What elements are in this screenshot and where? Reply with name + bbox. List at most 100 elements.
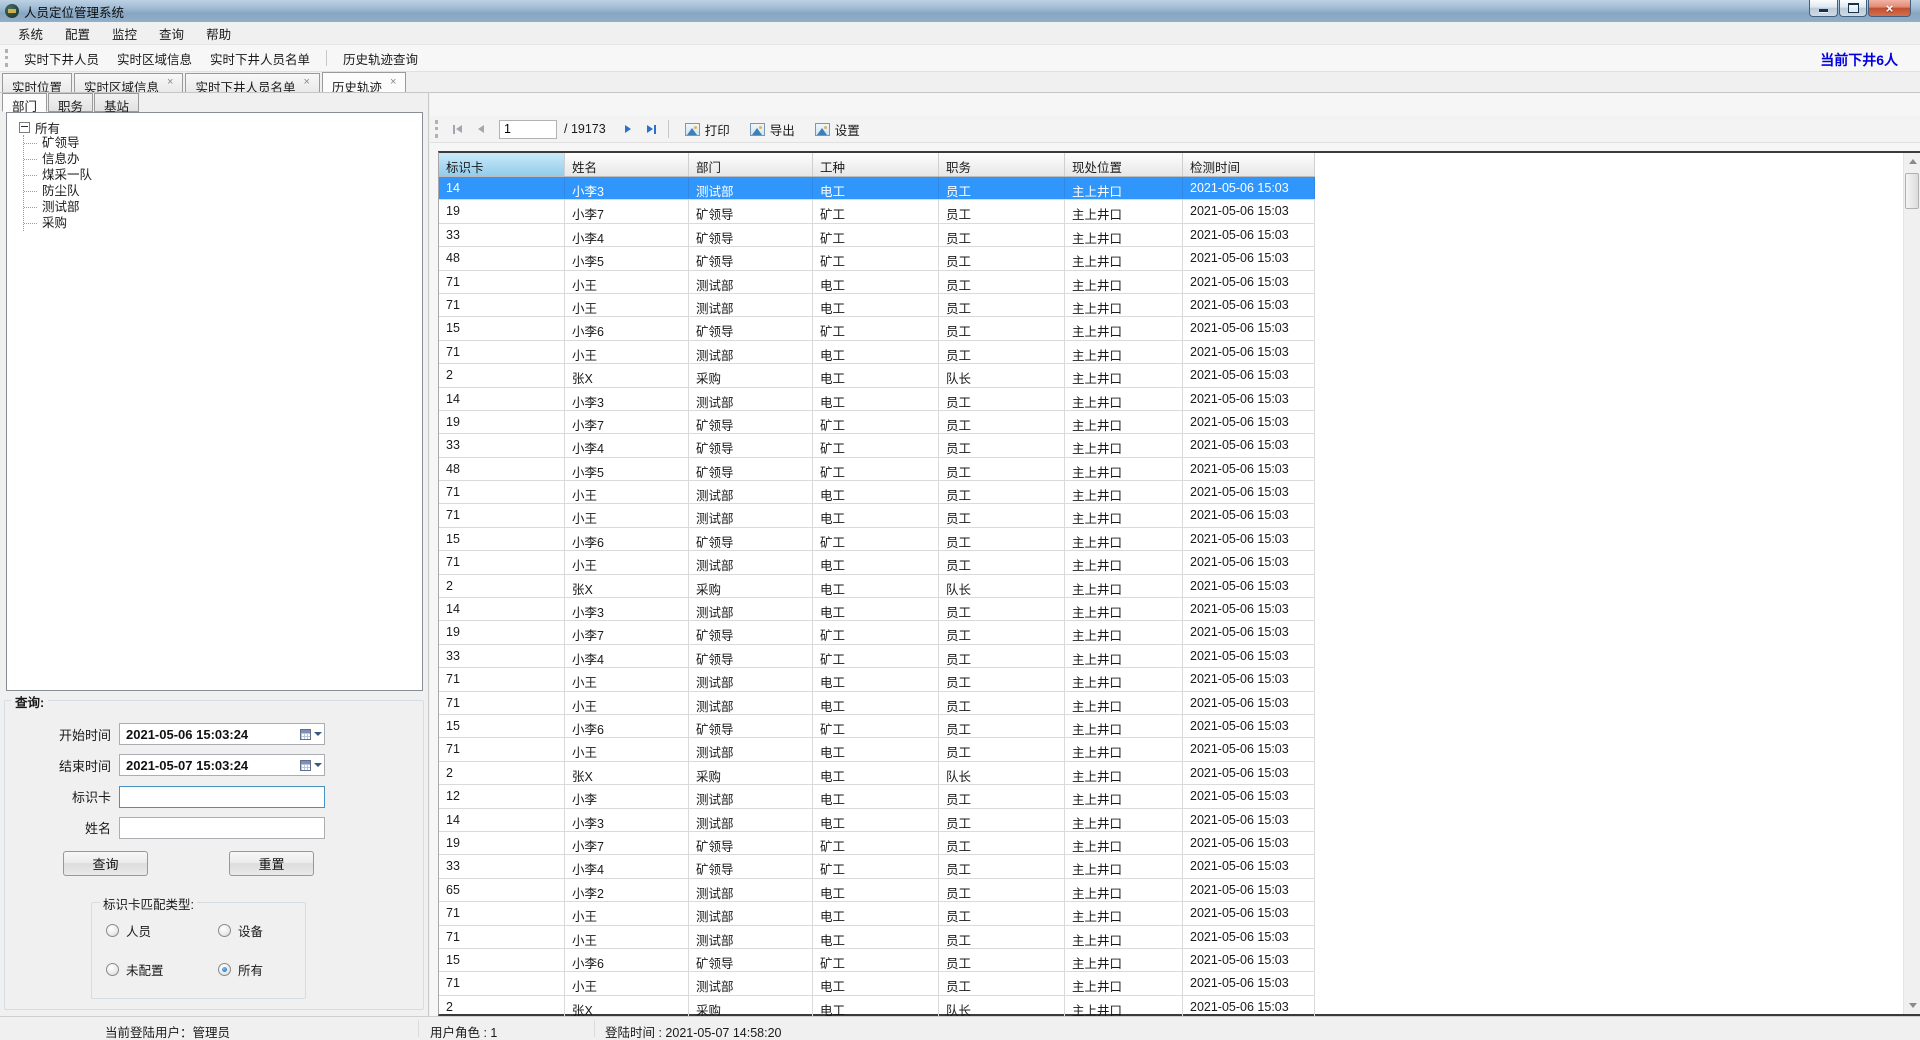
calendar-dropdown-icon[interactable] [296,726,322,742]
table-row[interactable]: 15小李6矿领导矿工员工主上井口2021-05-06 15:03 [439,528,1315,551]
menu-item[interactable]: 配置 [54,21,101,46]
pager-button[interactable]: 打印 [678,117,737,142]
tree-item-root[interactable]: 所有 [19,119,418,135]
pager-button[interactable]: 设置 [808,117,867,142]
table-row[interactable]: 71小王测试部电工员工主上井口2021-05-06 15:03 [439,481,1315,504]
scrollbar-thumb[interactable] [1905,173,1919,209]
datetime-input[interactable] [119,723,325,745]
table-row[interactable]: 19小李7矿领导矿工员工主上井口2021-05-06 15:03 [439,621,1315,644]
tab[interactable]: 实时区域信息× [74,73,183,92]
pager-toolbar-grip[interactable] [435,120,438,138]
table-row[interactable]: 71小王测试部电工员工主上井口2021-05-06 15:03 [439,738,1315,761]
table-row[interactable]: 19小李7矿领导矿工员工主上井口2021-05-06 15:03 [439,411,1315,434]
table-row[interactable]: 2张X采购电工队长主上井口2021-05-06 15:03 [439,762,1315,785]
tree-item[interactable]: 信息办 [24,151,418,167]
table-row[interactable]: 71小王测试部电工员工主上井口2021-05-06 15:03 [439,271,1315,294]
toolbar-button[interactable]: 实时区域信息 [108,45,201,72]
menu-item[interactable]: 监控 [101,21,148,46]
table-row[interactable]: 71小王测试部电工员工主上井口2021-05-06 15:03 [439,341,1315,364]
table-row[interactable]: 19小李7矿领导矿工员工主上井口2021-05-06 15:03 [439,200,1315,223]
column-header[interactable]: 姓名 [565,153,689,176]
column-header[interactable]: 现处位置 [1065,153,1183,176]
tree-item[interactable]: 采购 [24,215,418,231]
radio-option[interactable]: 所有 [218,960,298,978]
tree-item[interactable]: 测试部 [24,199,418,215]
tree-item[interactable]: 煤采一队 [24,167,418,183]
tree-item[interactable]: 防尘队 [24,183,418,199]
table-row[interactable]: 71小王测试部电工员工主上井口2021-05-06 15:03 [439,294,1315,317]
table-row[interactable]: 33小李4矿领导矿工员工主上井口2021-05-06 15:03 [439,645,1315,668]
table-row[interactable]: 19小李7矿领导矿工员工主上井口2021-05-06 15:03 [439,832,1315,855]
search-button[interactable]: 查询 [63,851,148,876]
page-number-input[interactable] [499,120,557,139]
prev-page-button[interactable] [469,119,493,139]
first-page-button[interactable] [445,119,469,139]
text-input[interactable] [119,786,325,808]
table-cell: 33 [439,434,565,456]
toolbar-button[interactable]: 实时下井人员名单 [201,45,319,72]
scroll-down-button[interactable] [1904,997,1920,1014]
tab[interactable]: 实时下井人员名单× [185,73,319,92]
column-header[interactable]: 检测时间 [1183,153,1315,176]
table-cell: 员工 [939,855,1065,877]
table-row[interactable]: 15小李6矿领导矿工员工主上井口2021-05-06 15:03 [439,317,1315,340]
table-row[interactable]: 15小李6矿领导矿工员工主上井口2021-05-06 15:03 [439,949,1315,972]
toolbar-button[interactable]: 历史轨迹查询 [334,45,427,72]
table-row[interactable]: 2张X采购电工队长主上井口2021-05-06 15:03 [439,364,1315,387]
toolbar-button[interactable]: 实时下井人员 [15,45,108,72]
menu-item[interactable]: 系统 [7,21,54,46]
close-icon[interactable]: × [167,77,173,88]
tree-item[interactable]: 矿领导 [24,135,418,151]
close-icon[interactable]: × [303,77,309,88]
tab[interactable]: 实时位置 [2,73,72,92]
reset-button[interactable]: 重置 [229,851,314,876]
table-row[interactable]: 12小李测试部电工员工主上井口2021-05-06 15:03 [439,785,1315,808]
datetime-input[interactable] [119,754,325,776]
column-header[interactable]: 职务 [939,153,1065,176]
table-row[interactable]: 71小王测试部电工员工主上井口2021-05-06 15:03 [439,926,1315,949]
close-button[interactable]: × [1868,0,1911,17]
tab[interactable]: 历史轨迹× [322,72,406,92]
table-row[interactable]: 71小王测试部电工员工主上井口2021-05-06 15:03 [439,551,1315,574]
toolbar-grip[interactable] [5,49,8,67]
radio-option[interactable]: 设备 [218,921,298,939]
table-row[interactable]: 14小李3测试部电工员工主上井口2021-05-06 15:03 [439,388,1315,411]
radio-option[interactable]: 人员 [106,921,218,939]
last-page-button[interactable] [640,119,664,139]
table-row[interactable]: 48小李5矿领导矿工员工主上井口2021-05-06 15:03 [439,247,1315,270]
radio-option[interactable]: 未配置 [106,960,218,978]
close-icon[interactable]: × [390,77,396,88]
table-row[interactable]: 48小李5矿领导矿工员工主上井口2021-05-06 15:03 [439,458,1315,481]
table-row[interactable]: 2张X采购电工队长主上井口2021-05-06 15:03 [439,575,1315,598]
side-tab[interactable]: 部门 [2,93,47,112]
table-row[interactable]: 15小李6矿领导矿工员工主上井口2021-05-06 15:03 [439,715,1315,738]
next-page-button[interactable] [616,119,640,139]
table-row[interactable]: 71小王测试部电工员工主上井口2021-05-06 15:03 [439,902,1315,925]
table-row[interactable]: 65小李2测试部电工员工主上井口2021-05-06 15:03 [439,879,1315,902]
collapse-minus-icon[interactable] [19,122,30,133]
calendar-dropdown-icon[interactable] [296,757,322,773]
table-row[interactable]: 71小王测试部电工员工主上井口2021-05-06 15:03 [439,668,1315,691]
pager-button[interactable]: 导出 [743,117,802,142]
text-input[interactable] [119,817,325,839]
table-row[interactable]: 71小王测试部电工员工主上井口2021-05-06 15:03 [439,504,1315,527]
minimize-button[interactable] [1809,0,1838,17]
menu-item[interactable]: 查询 [148,21,195,46]
table-row[interactable]: 33小李4矿领导矿工员工主上井口2021-05-06 15:03 [439,855,1315,878]
table-row[interactable]: 14小李3测试部电工员工主上井口2021-05-06 15:03 [439,598,1315,621]
table-row[interactable]: 71小王测试部电工员工主上井口2021-05-06 15:03 [439,692,1315,715]
vertical-scrollbar[interactable] [1903,153,1920,1014]
column-header[interactable]: 标识卡 [439,153,565,176]
table-row[interactable]: 71小王测试部电工员工主上井口2021-05-06 15:03 [439,972,1315,995]
column-header[interactable]: 工种 [813,153,939,176]
side-tab[interactable]: 基站 [94,93,139,112]
maximize-button[interactable] [1839,0,1867,17]
menu-item[interactable]: 帮助 [195,21,242,46]
side-tab[interactable]: 职务 [48,93,93,112]
scroll-up-button[interactable] [1904,153,1920,170]
table-row[interactable]: 14小李3测试部电工员工主上井口2021-05-06 15:03 [439,177,1315,200]
table-row[interactable]: 33小李4矿领导矿工员工主上井口2021-05-06 15:03 [439,224,1315,247]
column-header[interactable]: 部门 [689,153,813,176]
table-row[interactable]: 33小李4矿领导矿工员工主上井口2021-05-06 15:03 [439,434,1315,457]
table-row[interactable]: 14小李3测试部电工员工主上井口2021-05-06 15:03 [439,809,1315,832]
